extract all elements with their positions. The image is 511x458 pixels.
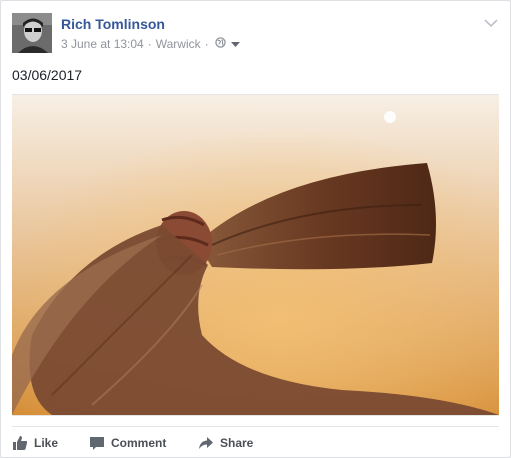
post-actions: Like Comment Share <box>1 433 510 453</box>
like-label: Like <box>34 436 59 450</box>
avatar[interactable] <box>12 13 52 53</box>
author-name[interactable]: Rich Tomlinson <box>61 16 165 32</box>
hair-ponytail-photo <box>12 95 499 415</box>
meta-separator: · <box>204 37 209 51</box>
post-photo[interactable] <box>12 94 499 416</box>
share-button[interactable]: Share <box>198 433 253 453</box>
comment-label: Comment <box>111 436 167 450</box>
comment-button[interactable]: Comment <box>89 433 166 453</box>
globe-icon[interactable] <box>214 37 226 51</box>
share-arrow-icon <box>199 437 213 449</box>
feed-post: Rich Tomlinson 3 June at 13:04 · Warwick… <box>0 0 511 458</box>
meta-separator: · <box>147 37 152 51</box>
caret-down-icon[interactable] <box>230 37 240 51</box>
like-button[interactable]: Like <box>12 433 58 453</box>
chevron-down-icon[interactable] <box>484 15 498 28</box>
thumbs-up-icon <box>13 436 28 450</box>
share-label: Share <box>220 436 254 450</box>
post-timestamp[interactable]: 3 June at 13:04 <box>61 37 144 51</box>
avatar-image <box>12 13 52 53</box>
post-meta: 3 June at 13:04 · Warwick · <box>61 37 240 51</box>
comment-icon <box>90 437 104 450</box>
action-divider <box>12 426 499 427</box>
post-location[interactable]: Warwick <box>156 37 201 51</box>
post-text: 03/06/2017 <box>12 67 83 83</box>
